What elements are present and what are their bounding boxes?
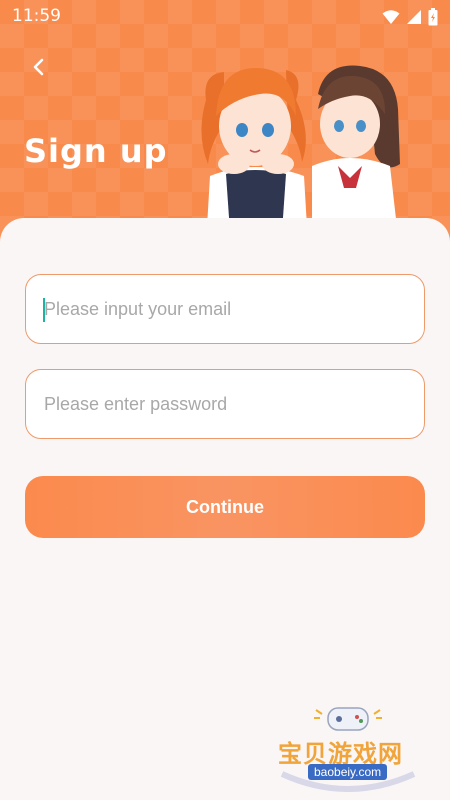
password-input[interactable] [26,370,424,438]
status-time: 11:59 [12,6,61,26]
anime-girls-illustration [201,65,400,244]
text-cursor [43,298,45,322]
continue-button[interactable]: Continue [25,476,425,538]
status-bar: 11:59 [0,0,450,32]
signal-icon [407,10,421,24]
battery-icon [428,8,438,26]
chevron-left-icon [33,58,44,76]
email-field[interactable] [25,274,425,344]
status-icons [382,8,438,26]
password-field[interactable] [25,369,425,439]
email-input[interactable] [26,275,424,343]
page-title: Sign up [24,132,168,170]
site-watermark: 宝贝游戏网 baobeiy.com [268,700,428,792]
back-button[interactable] [24,52,54,82]
watermark-site-url: baobeiy.com [308,764,388,780]
wifi-icon [382,10,400,24]
